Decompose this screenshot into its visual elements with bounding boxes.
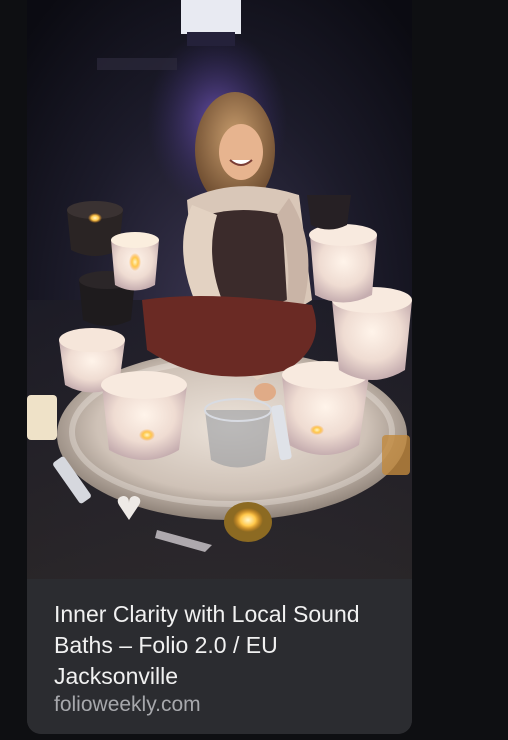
result-image[interactable] — [27, 0, 412, 579]
pillar-candle-right — [382, 435, 410, 475]
image-caption[interactable]: Inner Clarity with Local Sound Baths – F… — [27, 579, 412, 734]
image-result-viewer: Inner Clarity with Local Sound Baths – F… — [0, 0, 508, 740]
result-source-domain[interactable]: folioweekly.com — [54, 691, 201, 719]
glowing-bowl-mid-left — [111, 232, 159, 291]
person-face — [219, 124, 263, 180]
singing-bowl-back-right — [309, 224, 377, 303]
image-result-card[interactable]: Inner Clarity with Local Sound Baths – F… — [27, 0, 412, 734]
result-title[interactable]: Inner Clarity with Local Sound Baths – F… — [54, 599, 394, 692]
singing-bowl-front-left — [101, 371, 187, 460]
background-screen — [181, 0, 241, 34]
candle-jar — [224, 502, 272, 542]
dark-bowl-back-right — [307, 195, 351, 230]
pillar-candle-left — [27, 395, 57, 440]
